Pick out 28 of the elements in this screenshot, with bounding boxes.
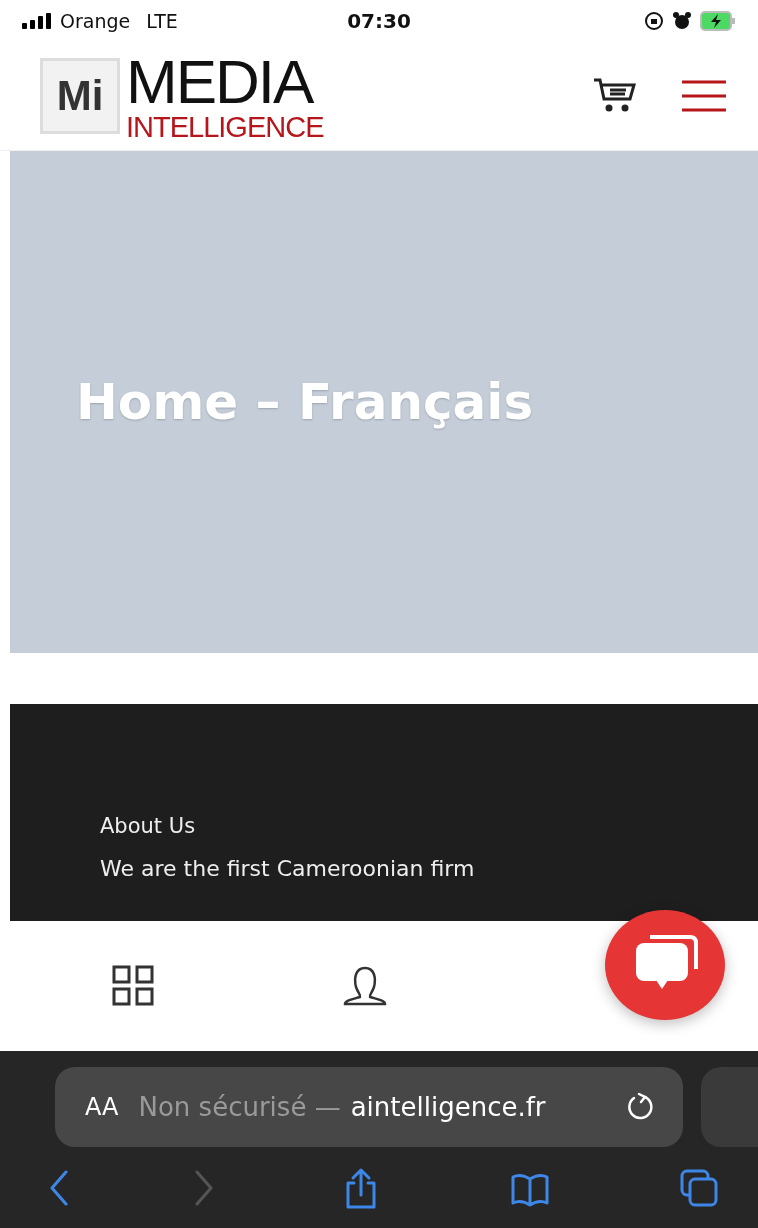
user-icon bbox=[342, 965, 388, 1007]
account-button[interactable] bbox=[342, 965, 388, 1007]
network-type: LTE bbox=[146, 10, 178, 32]
logo-mark: Mi bbox=[40, 58, 120, 134]
clock-time: 07:30 bbox=[347, 9, 411, 33]
chat-button[interactable] bbox=[605, 910, 725, 1020]
text-size-button[interactable]: AA bbox=[85, 1093, 119, 1121]
tabs-button[interactable] bbox=[678, 1167, 720, 1209]
url-text: aintelligence.fr bbox=[350, 1092, 546, 1122]
logo-subword: INTELLIGENCE bbox=[126, 112, 324, 142]
tabs-icon bbox=[678, 1167, 720, 1209]
footer-text: We are the first Cameroonian firm bbox=[100, 856, 476, 881]
hero-title: Home – Français bbox=[76, 373, 534, 431]
rotation-lock-icon bbox=[644, 11, 664, 31]
logo-word: MEDIA bbox=[126, 50, 315, 113]
menu-button[interactable] bbox=[682, 80, 726, 112]
security-label: Non sécurisé — bbox=[138, 1092, 341, 1122]
grid-button[interactable] bbox=[112, 965, 156, 1007]
forward-icon bbox=[195, 1170, 213, 1206]
menu-icon bbox=[682, 80, 726, 112]
back-icon bbox=[50, 1170, 68, 1206]
address-bar[interactable]: AA Non sécurisé — aintelligence.fr bbox=[55, 1067, 683, 1147]
back-button[interactable] bbox=[50, 1170, 68, 1206]
signal-icon bbox=[22, 13, 52, 29]
footer-heading: About Us bbox=[100, 814, 197, 838]
carrier-name: Orange bbox=[60, 10, 131, 32]
grid-icon bbox=[112, 965, 156, 1007]
alarm-icon bbox=[672, 11, 692, 31]
